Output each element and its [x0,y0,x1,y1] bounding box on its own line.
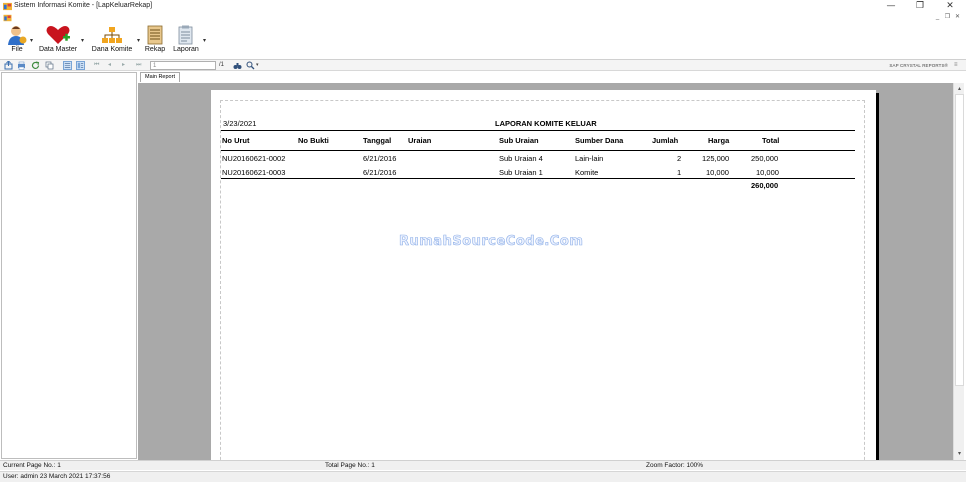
total-rule [221,178,855,179]
menu-laporan[interactable]: Laporan [170,23,202,58]
col-header-sumber-dana: Sumber Dana [575,136,624,145]
main-menu: File ▾ Data Master ▾ Dana Komite ▾ Rekap… [0,23,966,58]
menu-file[interactable]: File [4,23,30,58]
mdi-minimize-button[interactable]: _ [933,13,942,22]
mdi-close-button[interactable]: ✕ [953,13,962,22]
row2-sumber-dana: Komite [575,168,599,177]
report-title: LAPORAN KOMITE KELUAR [495,119,597,128]
zoom-icon[interactable] [246,61,255,70]
vertical-scrollbar[interactable]: ▴ ▾ [953,83,964,460]
scroll-up-icon[interactable]: ▴ [956,85,963,92]
menu-data-master[interactable]: Data Master [37,23,79,58]
col-header-sub-uraian: Sub Uraian [499,136,539,145]
row2-tanggal: 6/21/2016 [363,168,397,177]
zoom-factor-status: Zoom Factor: 100% [646,462,704,469]
tab-main-report[interactable]: Main Report [140,72,180,82]
current-page-status: Current Page No.: 1 [3,462,61,469]
col-header-tanggal: Tanggal [363,136,392,145]
mdi-restore-button[interactable]: ❐ [943,13,952,22]
prev-page-icon[interactable]: ◂ [108,61,117,70]
last-page-icon[interactable]: ⏭ [136,61,145,70]
col-header-no-bukti: No Bukti [298,136,329,145]
app-status-bar: User: admin 23 March 2021 17:37:56 [0,471,966,482]
user-session-status: User: admin 23 March 2021 17:37:56 [3,473,111,480]
menu-file-label: File [11,46,23,53]
user-icon [8,26,27,45]
watermark-text: RumahSourceCode.Com [399,234,584,250]
zoom-dropdown-icon[interactable]: ▾ [256,62,259,68]
heart-icon [46,26,70,44]
org-chart-icon [102,27,122,43]
total-page-status: Total Page No.: 1 [325,462,375,469]
header-bottom-rule [221,150,855,151]
report-viewport[interactable]: 3/23/2021 LAPORAN KOMITE KELUAR No Urut … [138,83,953,460]
close-button[interactable]: ✕ [943,1,957,12]
page-total-label: /1 [219,62,225,68]
mdi-row: _ ❐ ✕ [0,13,966,23]
toggle-parameter-panel-icon[interactable] [76,61,85,70]
row2-total: 10,000 [756,168,779,177]
copy-icon[interactable] [45,61,54,70]
menu-data-master-label: Data Master [38,46,78,53]
refresh-icon[interactable] [31,61,40,70]
row1-harga: 125,000 [702,154,730,163]
window-title: Sistem Informasi Komite - [LapKeluarReka… [14,2,153,9]
viewer-status-bar: Current Page No.: 1 Total Page No.: 1 Zo… [0,460,966,470]
row2-no-urut: NU20160621-0003 [222,168,286,177]
col-header-uraian: Uraian [408,136,432,145]
first-page-icon[interactable]: ⏮ [94,61,103,70]
toggle-group-tree-icon[interactable] [63,61,72,70]
row1-no-urut: NU20160621-0002 [222,154,286,163]
chevron-down-icon[interactable]: ▾ [30,37,33,44]
minimize-button[interactable]: — [884,1,898,12]
crystal-reports-brand: SAP CRYSTAL REPORTS® [889,63,948,68]
header-top-rule [221,130,855,131]
menu-rekap[interactable]: Rekap [143,23,167,58]
print-icon[interactable] [17,61,26,70]
restore-button[interactable]: ❐ [913,1,927,12]
chevron-down-icon[interactable]: ▾ [137,37,140,44]
menu-rekap-label: Rekap [144,46,166,53]
row1-jumlah: 2 [677,154,682,163]
child-window-icon [3,14,12,22]
ledger-icon [147,25,163,45]
menu-dana-komite[interactable]: Dana Komite [88,23,136,58]
toolbar-menu-icon[interactable]: ≡ [954,62,958,68]
grand-total: 260,000 [751,181,779,190]
report-viewer-toolbar: ⏮ ◂ ▸ ⏭ 1 /1 ▾ SAP CRYSTAL REPORTS® ≡ [0,59,966,71]
menu-laporan-label: Laporan [173,46,199,53]
chevron-down-icon[interactable]: ▾ [81,37,84,44]
row1-sumber-dana: Lain-lain [575,154,604,163]
export-icon[interactable] [4,61,13,70]
col-header-harga: Harga [708,136,730,145]
report-page: 3/23/2021 LAPORAN KOMITE KELUAR No Urut … [211,90,876,460]
col-header-jumlah: Jumlah [652,136,679,145]
row2-sub-uraian: Sub Uraian 1 [499,168,543,177]
col-header-no-urut: No Urut [222,136,250,145]
binoculars-icon[interactable] [233,61,242,70]
col-header-total: Total [762,136,780,145]
page-number-input[interactable]: 1 [150,61,216,70]
menu-dana-komite-label: Dana Komite [91,46,133,53]
scroll-thumb[interactable] [955,94,964,386]
row1-tanggal: 6/21/2016 [363,154,397,163]
row1-total: 250,000 [751,154,779,163]
next-page-icon[interactable]: ▸ [122,61,131,70]
title-bar: Sistem Informasi Komite - [LapKeluarReka… [0,0,966,13]
report-tab-strip [138,72,966,83]
report-icon [178,25,193,45]
row2-harga: 10,000 [706,168,729,177]
app-icon [3,2,12,11]
group-tree-panel[interactable] [1,72,137,459]
row1-sub-uraian: Sub Uraian 4 [499,154,543,163]
scroll-down-icon[interactable]: ▾ [956,450,963,457]
chevron-down-icon[interactable]: ▾ [203,37,206,44]
report-date: 3/23/2021 [223,119,257,128]
row2-jumlah: 1 [677,168,682,177]
